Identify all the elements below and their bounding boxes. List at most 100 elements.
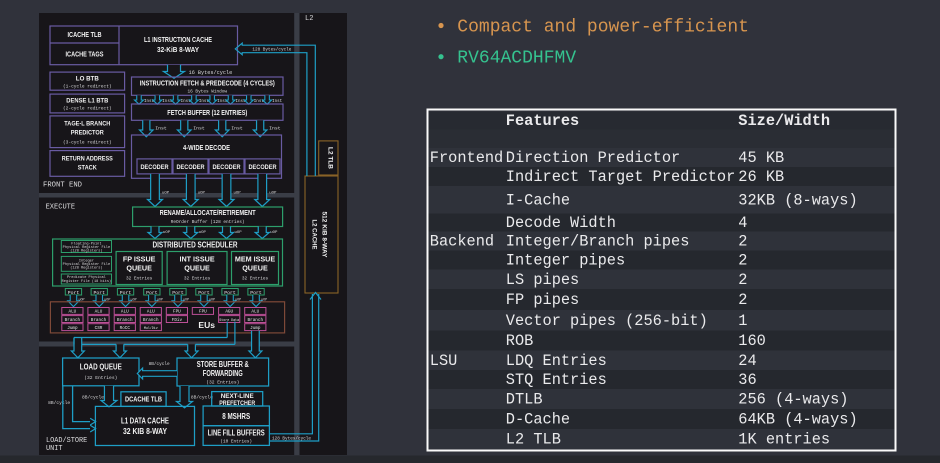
svg-text:EUs: EUs bbox=[198, 320, 215, 330]
svg-text:L1 DATA CACHE: L1 DATA CACHE bbox=[121, 416, 169, 426]
svg-text:160: 160 bbox=[738, 332, 766, 350]
svg-text:128 Bytes/cycle: 128 Bytes/cycle bbox=[252, 46, 291, 52]
svg-text:26 KB: 26 KB bbox=[738, 168, 784, 186]
svg-text:L1 INSTRUCTION CACHE: L1 INSTRUCTION CACHE bbox=[144, 37, 212, 44]
svg-text:512 KiB 8-WAY: 512 KiB 8-WAY bbox=[321, 212, 328, 259]
svg-text:Inst: Inst bbox=[231, 126, 243, 132]
svg-text:32 KIB 8-WAY: 32 KIB 8-WAY bbox=[123, 426, 167, 436]
svg-text:PREDICTOR: PREDICTOR bbox=[71, 130, 104, 137]
svg-text:uOP: uOP bbox=[270, 231, 278, 235]
svg-text:128 Bytes/cycle: 128 Bytes/cycle bbox=[272, 435, 311, 441]
svg-text:Port: Port bbox=[146, 290, 158, 296]
svg-text:Inst: Inst bbox=[269, 126, 281, 132]
svg-text:FPU: FPU bbox=[173, 310, 181, 315]
svg-text:ICACHE TLB: ICACHE TLB bbox=[68, 32, 102, 39]
svg-text:Port: Port bbox=[93, 290, 105, 296]
svg-text:QUEUE: QUEUE bbox=[242, 264, 268, 273]
svg-text:LSU: LSU bbox=[430, 352, 458, 370]
svg-text:32 Entries: 32 Entries bbox=[184, 277, 211, 282]
svg-text:16 Bytes/cycle: 16 Bytes/cycle bbox=[189, 70, 233, 76]
svg-text:DISTRIBUTED SCHEDULER: DISTRIBUTED SCHEDULER bbox=[153, 241, 238, 250]
svg-text:Integer pipes: Integer pipes bbox=[506, 252, 625, 270]
svg-text:LINE FILL BUFFERS: LINE FILL BUFFERS bbox=[208, 428, 265, 437]
svg-text:(2-cycle redirect): (2-cycle redirect) bbox=[63, 106, 112, 112]
svg-text:ALU: ALU bbox=[95, 310, 103, 315]
svg-text:RV64ACDHFMV: RV64ACDHFMV bbox=[457, 49, 576, 69]
svg-text:Size/Width: Size/Width bbox=[738, 112, 830, 130]
svg-text:ALU: ALU bbox=[147, 310, 155, 315]
svg-text:I-Cache: I-Cache bbox=[506, 191, 570, 209]
svg-text:32 Entries: 32 Entries bbox=[242, 277, 269, 282]
svg-text:Branch: Branch bbox=[117, 318, 133, 323]
svg-text:RETURN ADDRESS: RETURN ADDRESS bbox=[62, 156, 113, 163]
svg-text:Direction Predictor: Direction Predictor bbox=[506, 149, 680, 167]
svg-text:DECODER: DECODER bbox=[141, 164, 169, 171]
svg-text:24: 24 bbox=[738, 352, 756, 370]
svg-text:RoCC: RoCC bbox=[120, 326, 131, 331]
svg-text:(128 Registers): (128 Registers) bbox=[70, 266, 102, 271]
svg-text:Branch: Branch bbox=[143, 318, 159, 323]
svg-text:Port: Port bbox=[68, 290, 80, 296]
svg-text:(32 Entries): (32 Entries) bbox=[206, 379, 239, 385]
svg-text:2: 2 bbox=[738, 233, 747, 251]
svg-text:(3-cycle redirect): (3-cycle redirect) bbox=[63, 140, 112, 146]
svg-text:QUEUE: QUEUE bbox=[126, 264, 152, 273]
svg-text:Vector pipes (256-bit): Vector pipes (256-bit) bbox=[506, 312, 708, 330]
svg-text:32 Entries: 32 Entries bbox=[126, 277, 153, 282]
svg-text:MEM ISSUE: MEM ISSUE bbox=[235, 255, 276, 264]
svg-text:FORWARDING: FORWARDING bbox=[203, 369, 243, 378]
svg-text:64KB (4-ways): 64KB (4-ways) bbox=[738, 411, 857, 429]
svg-text:Port: Port bbox=[250, 290, 262, 296]
svg-text:DTLB: DTLB bbox=[506, 391, 543, 409]
svg-text:2: 2 bbox=[738, 271, 747, 289]
svg-text:LDQ Entries: LDQ Entries bbox=[506, 352, 607, 370]
svg-text:32-KiB 8-WAY: 32-KiB 8-WAY bbox=[157, 47, 199, 54]
svg-text:FRONT END: FRONT END bbox=[43, 182, 82, 190]
svg-text:UNIT: UNIT bbox=[46, 445, 63, 453]
svg-text:45 KB: 45 KB bbox=[738, 149, 784, 167]
svg-text:L2 TLB: L2 TLB bbox=[326, 147, 333, 169]
svg-text:uOP: uOP bbox=[269, 192, 277, 196]
svg-text:256 (4-ways): 256 (4-ways) bbox=[738, 391, 848, 409]
svg-text:8B/cycle: 8B/cycle bbox=[48, 400, 70, 406]
svg-text:LO BTB: LO BTB bbox=[76, 76, 99, 83]
svg-text:Inst: Inst bbox=[155, 126, 167, 132]
svg-text:STACK: STACK bbox=[78, 165, 97, 172]
svg-text:Inst: Inst bbox=[272, 100, 283, 104]
svg-text:ALU: ALU bbox=[121, 310, 129, 315]
svg-text:DECODER: DECODER bbox=[177, 164, 205, 171]
svg-text:L2 CACHE: L2 CACHE bbox=[311, 220, 318, 251]
svg-text:Mul/Div: Mul/Div bbox=[144, 326, 158, 330]
svg-text:Frontend: Frontend bbox=[430, 149, 503, 167]
svg-text:(128 Registers): (128 Registers) bbox=[70, 249, 102, 254]
svg-text:L2 TLB: L2 TLB bbox=[506, 431, 561, 449]
svg-text:ROB: ROB bbox=[506, 332, 534, 350]
svg-text:FP ISSUE: FP ISSUE bbox=[123, 255, 156, 264]
svg-text:Indirect Target Predictor: Indirect Target Predictor bbox=[506, 168, 736, 186]
svg-text:D-Cache: D-Cache bbox=[506, 411, 570, 429]
svg-text:8B/cycle: 8B/cycle bbox=[82, 395, 104, 401]
svg-text:CSR: CSR bbox=[95, 326, 103, 331]
svg-text:32KB (8-ways): 32KB (8-ways) bbox=[738, 191, 857, 209]
svg-text:ALU: ALU bbox=[69, 310, 77, 315]
svg-text:(1-cycle redirect): (1-cycle redirect) bbox=[63, 84, 112, 90]
svg-text:Branch: Branch bbox=[248, 318, 264, 323]
svg-text:uOP: uOP bbox=[235, 231, 243, 235]
svg-text:Branch: Branch bbox=[91, 318, 107, 323]
svg-text:2: 2 bbox=[738, 252, 747, 270]
svg-text:Branch: Branch bbox=[65, 318, 81, 323]
svg-text:(10 Entries): (10 Entries) bbox=[220, 439, 252, 444]
svg-text:QUEUE: QUEUE bbox=[184, 264, 210, 273]
svg-text:uOP: uOP bbox=[198, 192, 206, 196]
svg-text:uOP: uOP bbox=[162, 192, 170, 196]
svg-text:FDiv: FDiv bbox=[172, 318, 183, 323]
svg-text:ALU: ALU bbox=[251, 310, 259, 315]
svg-text:ReOrder Buffer (128 entries): ReOrder Buffer (128 entries) bbox=[171, 220, 245, 225]
svg-text:LOAD/STORE: LOAD/STORE bbox=[46, 437, 87, 445]
svg-text:Port: Port bbox=[198, 290, 210, 296]
svg-text:1K entries: 1K entries bbox=[738, 431, 830, 449]
svg-text:L2: L2 bbox=[305, 15, 313, 23]
svg-text:1: 1 bbox=[738, 312, 747, 330]
svg-text:Jump: Jump bbox=[67, 326, 78, 331]
svg-text:36: 36 bbox=[738, 371, 756, 389]
